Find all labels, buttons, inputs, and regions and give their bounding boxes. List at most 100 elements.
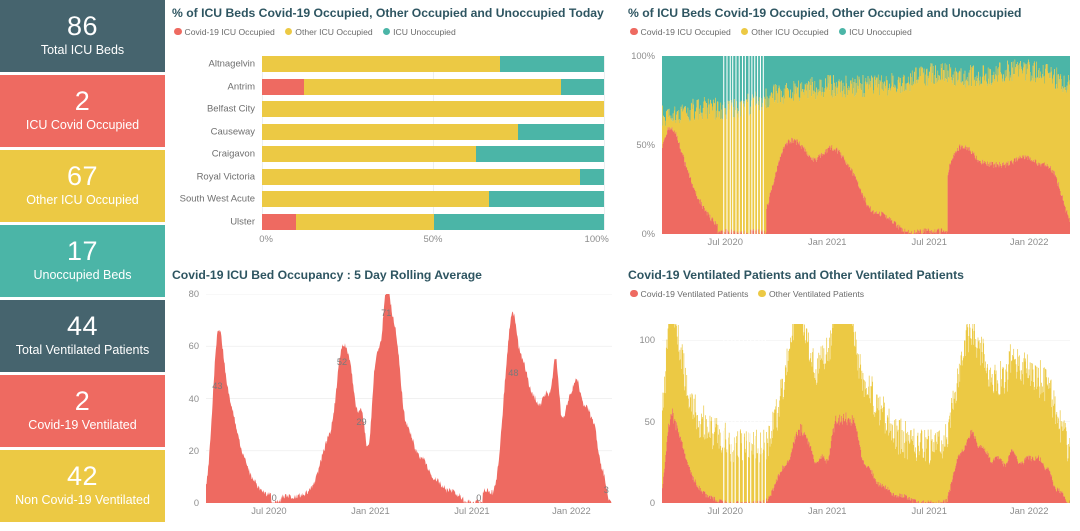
data-label: 71 bbox=[381, 307, 392, 318]
hbar-row-label: Royal Victoria bbox=[196, 171, 255, 183]
missing-data-gap bbox=[748, 56, 750, 234]
missing-data-gap bbox=[723, 324, 725, 503]
hbar-segment[interactable] bbox=[262, 168, 580, 185]
panel-covid-icu-rolling: Covid-19 ICU Bed Occupancy : 5 Day Rolli… bbox=[166, 262, 622, 531]
hbar-row[interactable]: South West Acute bbox=[180, 191, 604, 208]
hbar-row[interactable]: Craigavon bbox=[212, 146, 604, 163]
legend-swatch-icon bbox=[740, 27, 749, 36]
hbar-segment[interactable] bbox=[489, 191, 604, 208]
missing-data-gap bbox=[744, 56, 746, 234]
data-label: 3 bbox=[603, 485, 609, 496]
x-axis-tick-label: Jul 2020 bbox=[707, 505, 743, 516]
hbar-segment[interactable] bbox=[262, 213, 296, 230]
hbar-plot: Altnagelvin Antrim Belfast City Causeway Cra… bbox=[180, 56, 605, 230]
legend-label: Covid-19 Ventilated Patients bbox=[640, 288, 749, 299]
dashboard-root: 86 Total ICU Beds 2 ICU Covid Occupied 67 Oth… bbox=[0, 0, 1080, 531]
hbar-row-label: Craigavon bbox=[211, 148, 255, 160]
kpi-card[interactable]: 42 Non Covid-19 Ventilated bbox=[0, 450, 165, 522]
hbar-segment[interactable] bbox=[560, 78, 604, 95]
missing-data-gap bbox=[759, 56, 761, 234]
missing-data-gap bbox=[732, 56, 734, 234]
kpi-card[interactable]: 17 Unoccupied Beds bbox=[0, 225, 165, 297]
legend-item[interactable]: Other ICU Occupied bbox=[284, 26, 373, 37]
legend-swatch-icon bbox=[630, 27, 638, 36]
missing-data-gap bbox=[758, 324, 760, 503]
missing-data-gap bbox=[735, 56, 737, 234]
y-axis-tick-label: 60 bbox=[188, 341, 199, 352]
hbar-segment[interactable] bbox=[262, 101, 604, 118]
panel-icu-pct-over-time: % of ICU Beds Covid-19 Occupied, Other O… bbox=[622, 0, 1080, 262]
legend-item[interactable]: Covid-19 ICU Occupied bbox=[174, 27, 275, 37]
rolling-plot: 43 0 52 29 71 0 48 3 bbox=[206, 294, 612, 503]
hbar-row-label: Causeway bbox=[210, 126, 255, 138]
missing-data-gap bbox=[742, 324, 744, 503]
missing-data-gap bbox=[746, 324, 749, 503]
legend-label: Covid-19 ICU Occupied bbox=[640, 26, 731, 37]
kpi-label: Non Covid-19 Ventilated bbox=[15, 493, 150, 508]
hbar-x-tick-label: 0% bbox=[259, 234, 273, 245]
legend-label: Other ICU Occupied bbox=[751, 26, 829, 37]
y-axis-tick-label: 0% bbox=[641, 229, 655, 239]
panel-title-icu-beds-today: % of ICU Beds Covid-19 Occupied, Other O… bbox=[172, 6, 604, 20]
y-axis-tick-label: 100% bbox=[631, 51, 655, 61]
kpi-label: Other ICU Occupied bbox=[26, 193, 139, 208]
kpi-card[interactable]: 2 ICU Covid Occupied bbox=[0, 75, 165, 147]
vent-chart-area: 0 50 100 Jul 2020 Jan 2021 Jul 2021 Jan 2022 bbox=[628, 318, 1074, 527]
legend-label: Other ICU Occupied bbox=[295, 26, 373, 37]
x-axis-tick-label: Jan 2022 bbox=[1009, 236, 1049, 247]
hbar-segment[interactable] bbox=[295, 213, 435, 230]
legend-item[interactable]: ICU Unoccupied bbox=[838, 27, 912, 37]
kpi-value: 2 bbox=[74, 85, 91, 116]
missing-data-gap bbox=[762, 56, 764, 234]
hbar-row[interactable]: Antrim bbox=[228, 78, 604, 95]
kpi-card[interactable]: 2 Covid-19 Ventilated bbox=[0, 375, 165, 447]
hbar-segment[interactable] bbox=[262, 191, 490, 208]
hbar-row[interactable]: Altnagelvin bbox=[209, 56, 604, 72]
missing-data-gap bbox=[751, 56, 753, 234]
hbar-segment[interactable] bbox=[476, 146, 604, 163]
legend-label: Other Ventilated Patients bbox=[768, 288, 865, 299]
hbar-row[interactable]: Causeway bbox=[211, 123, 604, 140]
hbar-segment[interactable] bbox=[262, 123, 519, 140]
rolling-x-axis: Jul 2020 Jan 2021 Jul 2021 Jan 2022 bbox=[206, 505, 612, 523]
legend-item[interactable]: Covid-19 ICU Occupied bbox=[630, 27, 731, 37]
legend-item[interactable]: Other ICU Occupied bbox=[740, 26, 829, 37]
x-axis-tick-label: Jul 2020 bbox=[251, 505, 287, 516]
panel-title-ventilated-patients: Covid-19 Ventilated Patients and Other V… bbox=[628, 268, 964, 282]
legend-item[interactable]: ICU Unoccupied bbox=[382, 27, 456, 37]
kpi-card[interactable]: 86 Total ICU Beds bbox=[0, 0, 165, 72]
hbar-row[interactable]: Belfast City bbox=[207, 101, 604, 118]
hbar-segment[interactable] bbox=[434, 213, 604, 230]
x-axis-tick-label: Jul 2021 bbox=[911, 236, 947, 247]
missing-data-gap bbox=[741, 56, 744, 234]
vent-x-axis: Jul 2020 Jan 2021 Jul 2021 Jan 2022 bbox=[662, 505, 1070, 523]
hbar-row[interactable]: Ulster bbox=[230, 213, 604, 230]
y-axis-tick-label: 50% bbox=[636, 140, 655, 150]
missing-data-gap bbox=[726, 56, 728, 234]
hbar-segment[interactable] bbox=[262, 56, 501, 72]
hbar-row[interactable]: Royal Victoria bbox=[197, 168, 604, 185]
hbar-segment[interactable] bbox=[579, 168, 604, 185]
data-label: 43 bbox=[212, 380, 223, 391]
y-axis-tick-label: 0 bbox=[193, 498, 199, 508]
kpi-card[interactable]: 67 Other ICU Occupied bbox=[0, 150, 165, 222]
hbar-segment[interactable] bbox=[500, 56, 604, 72]
hbar-segment[interactable] bbox=[262, 78, 305, 95]
hbar-row-label: Altnagelvin bbox=[208, 58, 255, 70]
missing-data-gap bbox=[729, 56, 731, 234]
kpi-value: 17 bbox=[66, 235, 99, 266]
hbar-segment[interactable] bbox=[262, 146, 477, 163]
x-axis-tick-label: Jan 2021 bbox=[351, 505, 390, 516]
kpi-card[interactable]: 44 Total Ventilated Patients bbox=[0, 300, 165, 372]
legend-item[interactable]: Covid-19 Ventilated Patients bbox=[630, 289, 748, 299]
hbar-x-axis: 0% 50% 100% bbox=[259, 234, 609, 250]
legend-item[interactable]: Other Ventilated Patients bbox=[758, 289, 864, 299]
kpi-value: 2 bbox=[74, 385, 91, 416]
data-label: 52 bbox=[336, 357, 348, 368]
y-axis-tick-label: 80 bbox=[188, 289, 199, 299]
hbar-segment[interactable] bbox=[304, 78, 561, 95]
missing-data-gap bbox=[738, 56, 740, 234]
kpi-card-column: 86 Total ICU Beds 2 ICU Covid Occupied 67 Oth… bbox=[0, 0, 166, 531]
y-axis-tick-label: 20 bbox=[188, 445, 199, 456]
hbar-segment[interactable] bbox=[518, 123, 604, 140]
